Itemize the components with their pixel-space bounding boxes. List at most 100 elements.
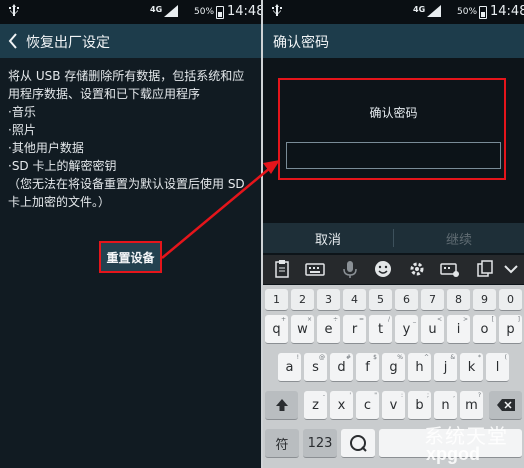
keyboard-toolbar xyxy=(263,255,524,284)
key-label: n xyxy=(441,397,450,413)
keyboard-settings-icon[interactable] xyxy=(440,259,460,279)
key-alt: [ xyxy=(491,316,494,323)
key-alt: ' xyxy=(349,392,351,399)
reset-intro: 将从 USB 存储删除所有数据，包括系统和应用程序数据、设置和已下载应用程序 xyxy=(8,69,245,101)
key-alt: ÷ xyxy=(332,316,338,323)
battery-percent: 50% xyxy=(194,7,215,17)
settings-icon[interactable] xyxy=(407,259,427,279)
key-x[interactable]: x ' xyxy=(330,391,353,420)
key-alt: + xyxy=(280,316,286,323)
key-q[interactable]: q + xyxy=(265,315,288,344)
key-k[interactable]: k * xyxy=(460,353,483,382)
continue-button[interactable]: 继续 xyxy=(394,223,524,253)
key-0[interactable]: 0 xyxy=(499,289,522,311)
key-label: p xyxy=(506,321,515,337)
key-d[interactable]: d # xyxy=(330,353,353,382)
key-alt: - xyxy=(322,392,325,399)
watermark: 系统天堂 xpgod xyxy=(404,420,524,468)
key-label: l xyxy=(495,359,500,375)
key-y[interactable]: y _ xyxy=(395,315,418,344)
key-c[interactable]: c " xyxy=(356,391,379,420)
emoji-icon[interactable] xyxy=(373,259,393,279)
key-j[interactable]: j & xyxy=(434,353,457,382)
key-alt: , xyxy=(453,392,455,399)
shift-key[interactable] xyxy=(265,391,298,420)
key-6[interactable]: 6 xyxy=(395,289,418,311)
page-title: 确认密码 xyxy=(273,35,329,51)
key-4[interactable]: 4 xyxy=(343,289,366,311)
key-i[interactable]: i > xyxy=(447,315,470,344)
key-u[interactable]: u < xyxy=(421,315,444,344)
key-alt: × xyxy=(306,316,312,323)
key-l[interactable]: l( xyxy=(486,353,509,382)
keyboard-icon[interactable] xyxy=(305,259,325,279)
battery-icon xyxy=(479,6,487,19)
app-bar: 恢复出厂设定 xyxy=(0,24,261,58)
key-label: q xyxy=(272,321,281,337)
key-label: h xyxy=(415,359,424,375)
confirm-password-screen: 4G 50% 14:48 确认密码 确认密码 取消 继续 1 2 3 4 5 6… xyxy=(263,0,524,468)
key-alt: ( xyxy=(504,354,507,361)
key-label: e xyxy=(324,321,333,337)
signal-icon xyxy=(427,5,441,17)
key-s[interactable]: s @ xyxy=(304,353,327,382)
list-item: ·SD 卡上的解密密钥 xyxy=(8,159,117,173)
status-bar: 4G 50% 14:48 xyxy=(0,0,261,24)
key-g[interactable]: g% xyxy=(382,353,405,382)
key-alt: $ xyxy=(373,354,377,361)
key-e[interactable]: e ÷ xyxy=(317,315,340,344)
key-alt: : xyxy=(400,392,403,399)
key-alt: > xyxy=(462,316,468,323)
voice-key[interactable] xyxy=(341,429,375,458)
key-v[interactable]: v: xyxy=(382,391,405,420)
dialog-title: 确认密码 xyxy=(369,106,418,120)
key-1[interactable]: 1 xyxy=(265,289,288,311)
key-label: f xyxy=(365,359,370,375)
key-b[interactable]: b; xyxy=(408,391,431,420)
key-w[interactable]: w × xyxy=(291,315,314,344)
key-label: m xyxy=(465,397,478,413)
list-item: ·照片 xyxy=(8,123,36,137)
key-label: o xyxy=(480,321,489,337)
status-bar: 4G 50% 14:48 xyxy=(263,0,524,24)
key-label: s xyxy=(312,359,319,375)
reset-device-button[interactable]: 重置设备 xyxy=(99,241,162,273)
network-type: 4G xyxy=(150,5,163,14)
key-label: d xyxy=(337,359,346,375)
key-z[interactable]: z- xyxy=(304,391,327,420)
key-alt: @ xyxy=(319,354,325,361)
symbol-key[interactable]: 符 xyxy=(265,429,299,458)
backspace-key[interactable] xyxy=(489,391,522,420)
key-7[interactable]: 7 xyxy=(421,289,444,311)
key-2[interactable]: 2 xyxy=(291,289,314,311)
back-arrow-icon[interactable] xyxy=(8,33,18,49)
key-o[interactable]: o[ xyxy=(473,315,496,344)
key-p[interactable]: p] xyxy=(499,315,522,344)
key-r[interactable]: r = xyxy=(343,315,366,344)
key-a[interactable]: a! xyxy=(278,353,301,382)
mic-icon[interactable] xyxy=(340,259,360,279)
key-label: j xyxy=(443,359,448,375)
number-switch-key[interactable]: 123 xyxy=(303,429,337,458)
key-n[interactable]: n, xyxy=(434,391,457,420)
network-type: 4G xyxy=(413,5,426,14)
key-8[interactable]: 8 xyxy=(447,289,470,311)
cancel-button[interactable]: 取消 xyxy=(263,223,393,253)
key-9[interactable]: 9 xyxy=(473,289,496,311)
key-3[interactable]: 3 xyxy=(317,289,340,311)
key-5[interactable]: 5 xyxy=(369,289,392,311)
key-alt: % xyxy=(397,354,403,361)
factory-reset-screen: 4G 50% 14:48 恢复出厂设定 将从 USB 存储删除所有数据，包括系统… xyxy=(0,0,261,468)
key-t[interactable]: t / xyxy=(369,315,392,344)
copy-icon[interactable] xyxy=(475,259,495,279)
collapse-icon[interactable] xyxy=(501,259,521,279)
key-m[interactable]: m? xyxy=(460,391,483,420)
clipboard-icon[interactable] xyxy=(272,259,292,279)
shift-icon xyxy=(275,399,288,411)
password-input[interactable] xyxy=(286,142,501,169)
key-alt: & xyxy=(450,354,455,361)
usb-icon xyxy=(272,4,282,16)
list-item: ·其他用户数据 xyxy=(8,141,84,155)
key-f[interactable]: f $ xyxy=(356,353,379,382)
key-h[interactable]: h ^ xyxy=(408,353,431,382)
